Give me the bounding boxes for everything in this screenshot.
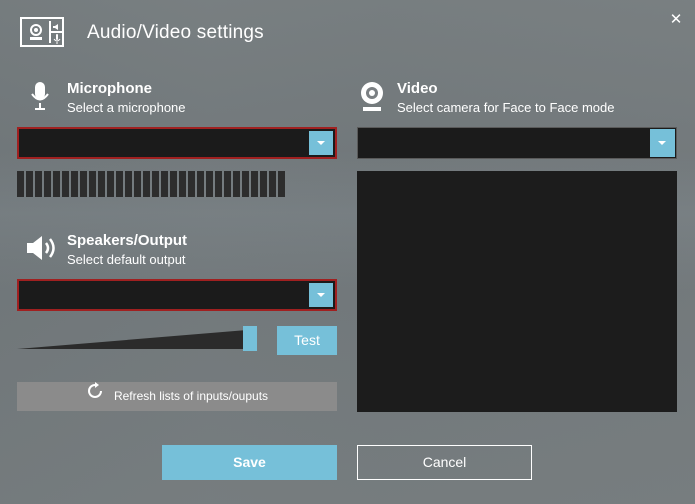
chevron-down-icon[interactable] xyxy=(309,283,333,307)
microphone-level-meter xyxy=(17,171,307,197)
microphone-heading: Microphone xyxy=(67,80,152,97)
video-heading: Video xyxy=(397,80,438,97)
microphone-subtitle: Select a microphone xyxy=(67,100,186,115)
speakers-subtitle: Select default output xyxy=(67,252,186,267)
video-subtitle: Select camera for Face to Face mode xyxy=(397,100,615,115)
chevron-down-icon[interactable] xyxy=(309,131,333,155)
speaker-icon xyxy=(25,233,59,268)
test-button[interactable]: Test xyxy=(277,326,337,355)
camera-select[interactable] xyxy=(357,127,677,159)
microphone-icon xyxy=(29,80,51,117)
refresh-button[interactable]: Refresh lists of inputs/ouputs xyxy=(17,382,337,411)
chevron-down-icon[interactable] xyxy=(650,129,675,157)
video-preview xyxy=(357,171,677,412)
speakers-select[interactable] xyxy=(17,279,337,311)
app-logo-icon xyxy=(20,17,64,47)
cancel-button[interactable]: Cancel xyxy=(357,445,532,480)
save-button[interactable]: Save xyxy=(162,445,337,480)
close-icon[interactable]: ✕ xyxy=(666,10,686,30)
volume-slider-handle[interactable] xyxy=(243,326,257,351)
refresh-icon xyxy=(86,382,104,411)
speakers-heading: Speakers/Output xyxy=(67,232,188,249)
volume-slider[interactable] xyxy=(17,326,260,351)
webcam-icon xyxy=(358,80,386,117)
dialog-title: Audio/Video settings xyxy=(87,22,264,43)
refresh-label: Refresh lists of inputs/ouputs xyxy=(113,389,269,403)
microphone-select[interactable] xyxy=(17,127,337,159)
